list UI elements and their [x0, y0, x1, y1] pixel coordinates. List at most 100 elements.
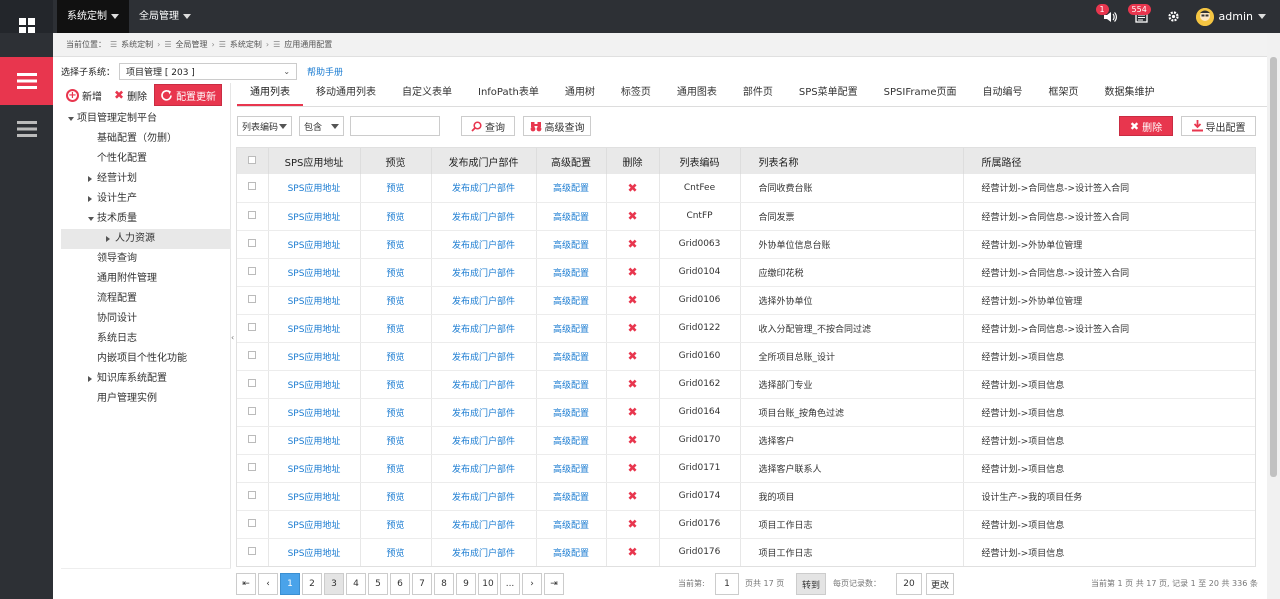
message-button[interactable]: 554: [1126, 0, 1158, 33]
column-header[interactable]: 列表编码: [659, 148, 741, 174]
advanced-config-link[interactable]: 高级配置: [536, 398, 607, 427]
query-button[interactable]: 查询: [461, 116, 515, 136]
table-row[interactable]: SPS应用地址 预览 发布成门户部件 高级配置 ✖ Grid0170 选择客户 经营计划->项…: [237, 426, 1255, 455]
last-page-button[interactable]: ⇥: [544, 573, 564, 595]
first-page-button[interactable]: ⇤: [236, 573, 256, 595]
tab[interactable]: 通用图表: [664, 82, 730, 106]
publish-link[interactable]: 发布成门户部件: [431, 370, 537, 399]
preview-link[interactable]: 预览: [360, 258, 432, 287]
select-all-checkbox[interactable]: [237, 148, 269, 174]
tab[interactable]: 通用列表: [237, 82, 303, 106]
advanced-config-link[interactable]: 高级配置: [536, 314, 607, 343]
advanced-config-link[interactable]: 高级配置: [536, 454, 607, 483]
publish-link[interactable]: 发布成门户部件: [431, 258, 537, 287]
advanced-config-link[interactable]: 高级配置: [536, 202, 607, 231]
tab[interactable]: SPSIFrame页面: [871, 82, 970, 106]
row-checkbox[interactable]: [237, 342, 269, 371]
caret-right-icon[interactable]: [88, 176, 92, 182]
breadcrumb-item[interactable]: 系统定制: [230, 39, 262, 50]
advanced-config-link[interactable]: 高级配置: [536, 482, 607, 511]
scrollbar[interactable]: [1267, 33, 1280, 599]
sps-link[interactable]: SPS应用地址: [268, 342, 361, 371]
preview-link[interactable]: 预览: [360, 538, 432, 566]
page-ellipsis[interactable]: ...: [500, 573, 520, 595]
caret-right-icon[interactable]: [88, 376, 92, 382]
change-button[interactable]: 更改: [926, 573, 954, 595]
page-number[interactable]: 9: [456, 573, 476, 595]
delete-icon[interactable]: ✖: [606, 258, 660, 287]
tree-node[interactable]: 内嵌项目个性化功能: [61, 349, 231, 369]
preview-link[interactable]: 预览: [360, 398, 432, 427]
row-checkbox[interactable]: [237, 482, 269, 511]
row-checkbox[interactable]: [237, 538, 269, 566]
page-number[interactable]: 10: [478, 573, 498, 595]
caret-down-icon[interactable]: [68, 117, 74, 121]
advanced-config-link[interactable]: 高级配置: [536, 510, 607, 539]
tree-node[interactable]: 通用附件管理: [61, 269, 231, 289]
page-number[interactable]: 7: [412, 573, 432, 595]
caret-right-icon[interactable]: [88, 196, 92, 202]
row-checkbox[interactable]: [237, 510, 269, 539]
delete-icon[interactable]: ✖: [606, 510, 660, 539]
preview-link[interactable]: 预览: [360, 482, 432, 511]
page-number[interactable]: 8: [434, 573, 454, 595]
page-number[interactable]: 5: [368, 573, 388, 595]
tab[interactable]: 标签页: [608, 82, 664, 106]
preview-link[interactable]: 预览: [360, 342, 432, 371]
update-config-button[interactable]: 配置更新: [154, 84, 223, 106]
current-page-input[interactable]: 1: [715, 573, 739, 595]
sps-link[interactable]: SPS应用地址: [268, 174, 361, 203]
breadcrumb-item[interactable]: 全局管理: [176, 39, 208, 50]
help-link[interactable]: 帮助手册: [307, 65, 343, 78]
column-header[interactable]: 预览: [360, 148, 432, 174]
table-row[interactable]: SPS应用地址 预览 发布成门户部件 高级配置 ✖ Grid0171 选择客户联系人 经营计划…: [237, 454, 1255, 483]
scroll-thumb[interactable]: [1270, 57, 1277, 477]
table-row[interactable]: SPS应用地址 预览 发布成门户部件 高级配置 ✖ Grid0162 选择部门专业 经营计划-…: [237, 370, 1255, 399]
preview-link[interactable]: 预览: [360, 426, 432, 455]
table-row[interactable]: SPS应用地址 预览 发布成门户部件 高级配置 ✖ Grid0176 项目工作日志 经营计划-…: [237, 510, 1255, 539]
publish-link[interactable]: 发布成门户部件: [431, 398, 537, 427]
delete-icon[interactable]: ✖: [606, 370, 660, 399]
tab[interactable]: 通用树: [552, 82, 608, 106]
publish-link[interactable]: 发布成门户部件: [431, 230, 537, 259]
row-checkbox[interactable]: [237, 258, 269, 287]
advanced-config-link[interactable]: 高级配置: [536, 538, 607, 566]
column-header[interactable]: 列表名称: [740, 148, 964, 174]
publish-link[interactable]: 发布成门户部件: [431, 314, 537, 343]
tab[interactable]: 数据集维护: [1091, 82, 1167, 106]
table-row[interactable]: SPS应用地址 预览 发布成门户部件 高级配置 ✖ Grid0160 全所项目总账_设计 经营…: [237, 342, 1255, 371]
tab[interactable]: 框架页: [1035, 82, 1091, 106]
tab[interactable]: 自定义表单: [389, 82, 465, 106]
next-page-button[interactable]: ›: [522, 573, 542, 595]
page-number[interactable]: 1: [280, 573, 300, 595]
tree-node[interactable]: 经营计划: [61, 169, 231, 189]
tab[interactable]: 部件页: [730, 82, 786, 106]
breadcrumb-item[interactable]: 系统定制: [121, 39, 153, 50]
user-menu[interactable]: admin: [1190, 7, 1280, 26]
row-checkbox[interactable]: [237, 230, 269, 259]
delete-icon[interactable]: ✖: [606, 482, 660, 511]
publish-link[interactable]: 发布成门户部件: [431, 342, 537, 371]
sps-link[interactable]: SPS应用地址: [268, 370, 361, 399]
advanced-query-button[interactable]: 高级查询: [523, 116, 591, 136]
sps-link[interactable]: SPS应用地址: [268, 258, 361, 287]
breadcrumb-item[interactable]: 应用通用配置: [284, 39, 332, 50]
tree-node[interactable]: 技术质量: [61, 209, 231, 229]
table-row[interactable]: SPS应用地址 预览 发布成门户部件 高级配置 ✖ Grid0122 收入分配管理_不按合同…: [237, 314, 1255, 343]
publish-link[interactable]: 发布成门户部件: [431, 482, 537, 511]
tree-node[interactable]: 基础配置（勿删）: [61, 129, 231, 149]
delete-icon[interactable]: ✖: [606, 174, 660, 203]
table-row[interactable]: SPS应用地址 预览 发布成门户部件 高级配置 ✖ Grid0164 项目台账_按角色过滤经…: [237, 398, 1255, 427]
column-header[interactable]: 所属路径: [963, 148, 1255, 174]
prev-page-button[interactable]: ‹: [258, 573, 278, 595]
row-checkbox[interactable]: [237, 202, 269, 231]
delete-icon[interactable]: ✖: [606, 230, 660, 259]
table-row[interactable]: SPS应用地址 预览 发布成门户部件 高级配置 ✖ CntFP 合同发票 经营计划->合同信息…: [237, 202, 1255, 231]
menu-button[interactable]: [0, 105, 53, 153]
tree-node[interactable]: 知识库系统配置: [61, 369, 231, 389]
delete-icon[interactable]: ✖: [606, 398, 660, 427]
tab[interactable]: 移动通用列表: [303, 82, 389, 106]
row-checkbox[interactable]: [237, 314, 269, 343]
table-row[interactable]: SPS应用地址 预览 发布成门户部件 高级配置 ✖ Grid0174 我的项目 设计生产->我…: [237, 482, 1255, 511]
row-checkbox[interactable]: [237, 426, 269, 455]
